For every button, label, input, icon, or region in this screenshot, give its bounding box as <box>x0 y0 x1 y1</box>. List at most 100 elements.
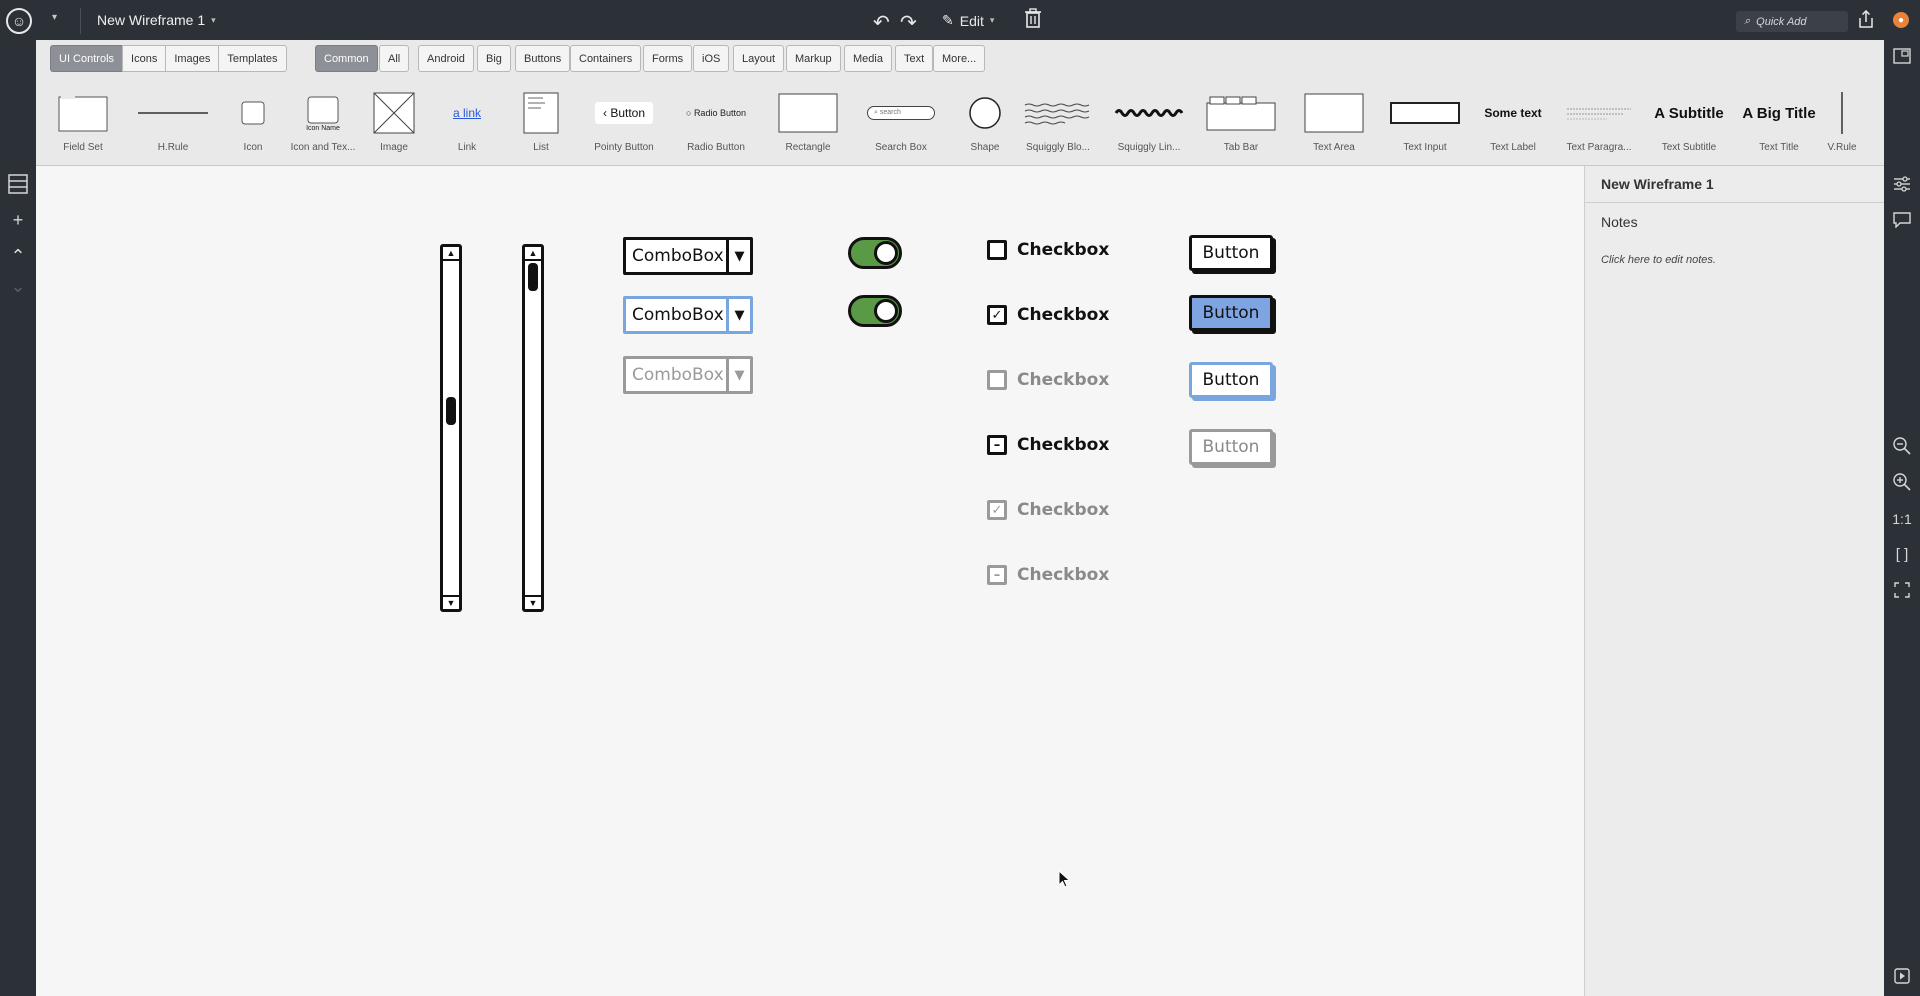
quick-add-search[interactable]: ⌕ Quick Add <box>1736 11 1848 32</box>
filter-more[interactable]: More... <box>933 45 986 72</box>
redo-icon[interactable]: ↷ <box>900 10 917 35</box>
checkbox-widget-indeterminate[interactable]: – Checkbox <box>987 435 1109 455</box>
zoom-reset-button[interactable]: 1:1 <box>1890 507 1914 531</box>
pages-list-icon[interactable] <box>6 172 30 196</box>
add-icon[interactable]: + <box>6 208 30 232</box>
wireframe-canvas[interactable]: ▲ ▼ ▲ ▼ ComboBox ▼ ComboBox ▼ ComboBox ▼ <box>36 166 1584 996</box>
library-item-label: Pointy Button <box>594 142 654 153</box>
zoom-in-icon[interactable] <box>1890 470 1914 494</box>
filter-markup[interactable]: Markup <box>786 45 841 72</box>
radio-button-thumbnail: ○ Radio Button <box>671 90 761 136</box>
app-window: ☺ ▾ New Wireframe 1 ▾ ↶ ↷ ✎ Edit ▾ ⌕ Qui… <box>0 0 1920 996</box>
combobox-widget-focused[interactable]: ComboBox ▼ <box>623 296 753 334</box>
button-widget-focused[interactable]: Button <box>1189 362 1273 398</box>
chevron-down-icon: ▾ <box>989 15 995 25</box>
checkbox-widget-indeterminate-disabled[interactable]: – Checkbox <box>987 565 1109 585</box>
divider <box>80 8 81 34</box>
link-sample-text: a link <box>452 106 481 120</box>
play-presentation-icon[interactable] <box>1890 964 1914 988</box>
filter-text[interactable]: Text <box>895 45 934 72</box>
filter-ios[interactable]: iOS <box>693 45 730 72</box>
library-item-rectangle[interactable]: Rectangle <box>763 90 853 162</box>
radio-circle-icon: ○ <box>686 108 694 118</box>
toggle-knob <box>874 241 898 265</box>
search-box-sample-text: search <box>879 109 901 116</box>
comment-icon[interactable] <box>1890 208 1914 232</box>
library-item-text-paragraph[interactable]: Text Paragra... <box>1554 90 1644 162</box>
icon-name-text: Icon Name <box>306 124 340 132</box>
filter-common[interactable]: Common <box>315 45 378 72</box>
checkmark-icon: ✓ <box>987 305 1007 325</box>
library-item-label: Text Paragra... <box>1566 142 1632 153</box>
undo-icon[interactable]: ↶ <box>873 10 890 35</box>
filter-layout[interactable]: Layout <box>733 45 785 72</box>
filter-android[interactable]: Android <box>418 45 474 72</box>
tab-bar-thumbnail <box>1196 90 1286 136</box>
vertical-scrollbar-widget[interactable]: ▲ ▼ <box>522 244 544 612</box>
combobox-widget[interactable]: ComboBox ▼ <box>623 237 753 275</box>
library-item-squiggly-block[interactable]: Squiggly Blo... <box>1013 90 1103 162</box>
chevron-down-icon[interactable]: ⌄ <box>6 274 30 298</box>
collapse-panel-icon[interactable] <box>1890 44 1914 68</box>
text-label-thumbnail: Some text <box>1468 90 1558 136</box>
filter-media[interactable]: Media <box>844 45 892 72</box>
checkbox-widget-checked[interactable]: ✓ Checkbox <box>987 305 1109 325</box>
field-set-thumbnail <box>38 90 128 136</box>
library-item-label: Rectangle <box>785 142 831 153</box>
library-item-tab-bar[interactable]: Tab Bar <box>1196 90 1286 162</box>
edit-menu[interactable]: ✎ Edit ▾ <box>942 12 994 29</box>
tab-images[interactable]: Images <box>165 45 219 72</box>
tab-templates[interactable]: Templates <box>218 45 287 72</box>
library-item-text-label[interactable]: Some text Text Label <box>1468 90 1558 162</box>
filter-all[interactable]: All <box>379 45 410 72</box>
text-label-sample: Some text <box>1484 106 1542 120</box>
library-item-search-box[interactable]: ⌕ search Search Box <box>856 90 946 162</box>
tab-icons[interactable]: Icons <box>122 45 166 72</box>
library-item-radio-button[interactable]: ○ Radio Button Radio Button <box>671 90 761 162</box>
toggle-switch-widget[interactable] <box>848 237 902 269</box>
user-avatar-icon[interactable]: ● <box>1893 12 1909 28</box>
filter-forms[interactable]: Forms <box>643 45 693 72</box>
checkbox-widget[interactable]: Checkbox <box>987 240 1109 260</box>
scrollbar-thumb <box>446 397 456 425</box>
checkbox-widget-disabled[interactable]: Checkbox <box>987 370 1109 390</box>
checkbox-label: Checkbox <box>1017 370 1110 390</box>
combobox-widget-disabled[interactable]: ComboBox ▼ <box>623 356 753 394</box>
button-widget[interactable]: Button <box>1189 235 1273 271</box>
library-item-label: List <box>533 142 549 153</box>
library-item-field-set[interactable]: Field Set <box>38 90 128 162</box>
share-icon[interactable] <box>1858 10 1874 28</box>
settings-sliders-icon[interactable] <box>1890 172 1914 196</box>
tab-ui-controls[interactable]: UI Controls <box>50 45 123 72</box>
app-logo-icon[interactable]: ☺ <box>6 8 32 34</box>
library-item-h-rule[interactable]: H.Rule <box>128 90 218 162</box>
checkbox-widget-checked-disabled[interactable]: ✓ Checkbox <box>987 500 1109 520</box>
filter-big[interactable]: Big <box>477 45 511 72</box>
list-thumbnail <box>496 90 586 136</box>
zoom-out-icon[interactable] <box>1890 434 1914 458</box>
toggle-switch-widget[interactable] <box>848 295 902 327</box>
library-item-squiggly-line[interactable]: Squiggly Lin... <box>1104 90 1194 162</box>
filter-containers[interactable]: Containers <box>570 45 642 72</box>
v-rule-thumbnail <box>1806 90 1878 136</box>
library-item-text-subtitle[interactable]: A Subtitle Text Subtitle <box>1644 90 1734 162</box>
fit-selection-icon[interactable]: [ ] <box>1890 542 1914 566</box>
button-widget-selected[interactable]: Button <box>1189 295 1273 331</box>
library-item-pointy-button[interactable]: ‹ Button Pointy Button <box>579 90 669 162</box>
library-item-text-input[interactable]: Text Input <box>1380 90 1470 162</box>
pointy-button-sample: ‹ Button <box>594 102 654 124</box>
scroll-up-arrow-icon: ▲ <box>443 247 459 261</box>
button-widget-disabled[interactable]: Button <box>1189 429 1273 465</box>
document-title-menu[interactable]: New Wireframe 1 ▾ <box>97 12 216 28</box>
notes-edit-area[interactable]: Click here to edit notes. <box>1601 254 1716 266</box>
library-item-text-area[interactable]: Text Area <box>1289 90 1379 162</box>
library-item-v-rule[interactable]: V.Rule <box>1806 90 1878 162</box>
filter-buttons[interactable]: Buttons <box>515 45 571 72</box>
trash-icon[interactable] <box>1024 8 1042 28</box>
chevron-up-icon[interactable]: ⌃ <box>6 244 30 268</box>
fullscreen-icon[interactable] <box>1890 578 1914 602</box>
chevron-down-icon[interactable]: ▾ <box>52 12 57 23</box>
right-rail: 1:1 [ ] <box>1884 40 1920 996</box>
library-item-list[interactable]: List <box>496 90 586 162</box>
vertical-scrollbar-widget[interactable]: ▲ ▼ <box>440 244 462 612</box>
